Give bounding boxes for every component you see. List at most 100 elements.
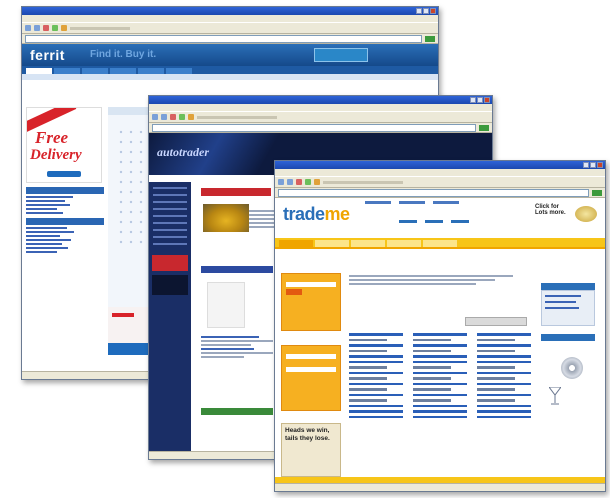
sidebar-link[interactable] xyxy=(26,212,64,214)
toolbar[interactable] xyxy=(22,22,438,34)
login-link[interactable] xyxy=(399,220,417,223)
tab[interactable] xyxy=(279,240,313,247)
register-link[interactable] xyxy=(425,220,443,223)
category-link[interactable] xyxy=(349,355,403,358)
maximize-icon[interactable] xyxy=(590,162,596,168)
sidebar-link[interactable] xyxy=(26,235,61,237)
category-link[interactable] xyxy=(349,371,403,374)
right-box[interactable] xyxy=(541,290,595,326)
right-link[interactable] xyxy=(545,307,580,309)
nav-link[interactable] xyxy=(153,215,187,217)
nav-link[interactable] xyxy=(153,201,187,203)
menu-bar[interactable] xyxy=(149,104,492,111)
category-link[interactable] xyxy=(477,355,531,358)
tab[interactable] xyxy=(351,240,385,247)
category-link[interactable] xyxy=(413,415,467,418)
category-link[interactable] xyxy=(413,382,467,385)
category-link[interactable] xyxy=(413,371,467,374)
search-panel[interactable] xyxy=(281,273,341,331)
nav-link[interactable] xyxy=(153,222,187,224)
nav-tab[interactable] xyxy=(138,68,164,74)
category-link[interactable] xyxy=(349,360,403,363)
back-icon[interactable] xyxy=(25,25,31,31)
category-link[interactable] xyxy=(413,393,467,396)
free-delivery-promo[interactable]: Free Delivery xyxy=(26,107,102,183)
refresh-icon[interactable] xyxy=(179,114,185,120)
home-icon[interactable] xyxy=(188,114,194,120)
minimize-icon[interactable] xyxy=(583,162,589,168)
nav-link[interactable] xyxy=(153,229,187,231)
category-link[interactable] xyxy=(477,410,531,413)
site-logo[interactable]: ferrit xyxy=(30,47,65,63)
nav-tab[interactable] xyxy=(110,68,136,74)
nav-tab[interactable] xyxy=(166,68,192,74)
category-list[interactable] xyxy=(349,333,531,418)
stop-icon[interactable] xyxy=(170,114,176,120)
sidebar-link[interactable] xyxy=(26,239,72,241)
category-link[interactable] xyxy=(349,404,403,407)
menu-bar[interactable] xyxy=(22,15,438,22)
sidebar-link[interactable] xyxy=(26,227,67,229)
address-bar[interactable] xyxy=(275,188,605,198)
browser-window-trademe[interactable]: trademe Click for Lots more. Heads we wi… xyxy=(274,160,606,492)
category-link[interactable] xyxy=(477,393,531,396)
cart-box[interactable] xyxy=(314,48,368,62)
menu-bar[interactable] xyxy=(275,169,605,176)
top-link[interactable] xyxy=(433,201,459,204)
login-links[interactable] xyxy=(399,220,469,223)
sidebar-link[interactable] xyxy=(26,251,58,253)
email-field[interactable] xyxy=(286,354,336,359)
address-bar[interactable] xyxy=(22,34,438,44)
search-button[interactable] xyxy=(286,289,302,295)
address-field[interactable] xyxy=(25,34,422,43)
maximize-icon[interactable] xyxy=(477,97,483,103)
finance-ad[interactable] xyxy=(152,275,188,295)
category-link[interactable] xyxy=(413,410,467,413)
category-link[interactable] xyxy=(477,415,531,418)
category-tabs[interactable] xyxy=(275,238,605,249)
forward-icon[interactable] xyxy=(34,25,40,31)
go-button[interactable] xyxy=(425,35,435,42)
category-link[interactable] xyxy=(413,333,467,336)
tab[interactable] xyxy=(387,240,421,247)
top-links[interactable] xyxy=(365,201,459,204)
home-icon[interactable] xyxy=(314,179,320,185)
maximize-icon[interactable] xyxy=(423,8,429,14)
home-icon[interactable] xyxy=(61,25,67,31)
sidebar-link[interactable] xyxy=(26,196,73,198)
category-link[interactable] xyxy=(413,344,467,347)
category-link[interactable] xyxy=(349,333,403,336)
refresh-icon[interactable] xyxy=(52,25,58,31)
nav-tab[interactable] xyxy=(26,68,52,74)
go-button[interactable] xyxy=(479,124,489,131)
nav-link[interactable] xyxy=(153,243,187,245)
login-panel[interactable] xyxy=(281,345,341,411)
refresh-icon[interactable] xyxy=(305,179,311,185)
nav-link[interactable] xyxy=(153,236,187,238)
minimize-icon[interactable] xyxy=(416,8,422,14)
help-link[interactable] xyxy=(451,220,469,223)
back-icon[interactable] xyxy=(152,114,158,120)
back-icon[interactable] xyxy=(278,179,284,185)
sidebar-link[interactable] xyxy=(26,208,58,210)
category-link[interactable] xyxy=(349,344,403,347)
nav-tab[interactable] xyxy=(82,68,108,74)
category-link[interactable] xyxy=(477,382,531,385)
category-link[interactable] xyxy=(477,371,531,374)
promo-button[interactable] xyxy=(47,171,81,177)
left-nav[interactable] xyxy=(149,182,191,452)
category-link[interactable] xyxy=(413,360,467,363)
article-link[interactable] xyxy=(201,336,259,338)
category-link[interactable] xyxy=(413,355,467,358)
toolbar[interactable] xyxy=(275,176,605,188)
right-link[interactable] xyxy=(545,301,577,303)
nav-link[interactable] xyxy=(153,208,187,210)
address-field[interactable] xyxy=(278,188,589,197)
minimize-icon[interactable] xyxy=(470,97,476,103)
featured-car-image[interactable] xyxy=(203,204,249,232)
click-for-promo[interactable]: Click for Lots more. xyxy=(535,204,571,216)
go-button[interactable] xyxy=(592,189,602,196)
site-logo[interactable]: autotrader xyxy=(157,145,209,160)
address-bar[interactable] xyxy=(149,123,492,133)
sidebar-link[interactable] xyxy=(26,204,70,206)
